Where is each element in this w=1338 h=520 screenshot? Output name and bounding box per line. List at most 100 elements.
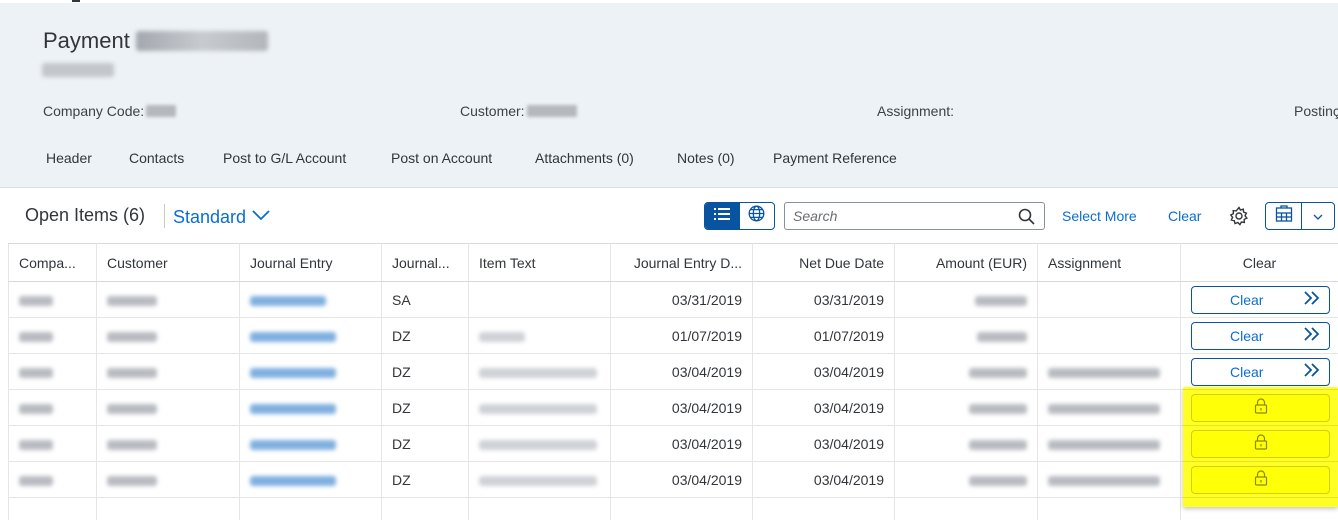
cell-clear: Clear — [1180, 317, 1338, 354]
redacted-customer — [107, 295, 157, 306]
cell-entry-date: 03/31/2019 — [610, 281, 753, 318]
cell-item-text — [468, 317, 611, 354]
redacted-journal-entry-link[interactable] — [250, 439, 336, 450]
posting-attribute: Postinç — [1294, 103, 1338, 119]
column-header-journal-type[interactable]: Journal... — [381, 243, 469, 282]
table-header-row: Compa... Customer Journal Entry Journal.… — [8, 243, 1338, 282]
redacted-customer — [107, 403, 157, 414]
table-row[interactable]: DZ 03/04/2019 03/04/2019 Clear — [8, 353, 1338, 390]
cell-journal-entry[interactable] — [239, 425, 382, 462]
table-row[interactable]: SA 03/31/2019 03/31/2019 Clear — [8, 281, 1338, 318]
tab-attachments[interactable]: Attachments (0) — [535, 150, 634, 166]
search-input[interactable] — [793, 207, 1008, 225]
anchor-bar: Header Contacts Post to G/L Account Post… — [0, 150, 1338, 176]
table-row[interactable]: DZ 03/04/2019 03/04/2019 — [8, 461, 1338, 498]
double-chevron-right-icon — [1303, 327, 1321, 344]
redacted-company — [19, 403, 53, 414]
top-strip — [0, 0, 1338, 3]
tab-contacts[interactable]: Contacts — [129, 150, 184, 166]
cell-journal-entry[interactable] — [239, 353, 382, 390]
cell-journal-entry[interactable] — [239, 389, 382, 426]
tab-post-to-gl-account[interactable]: Post to G/L Account — [223, 150, 346, 166]
column-header-customer[interactable]: Customer — [96, 243, 240, 282]
tab-post-on-account[interactable]: Post on Account — [391, 150, 492, 166]
cell-item-text — [468, 425, 611, 462]
cell-amount — [894, 317, 1038, 354]
cell-net-due-date: 03/04/2019 — [752, 461, 895, 498]
cell-amount — [894, 281, 1038, 318]
variant-selector[interactable]: Standard — [173, 205, 270, 228]
clear-row-button[interactable]: Clear — [1191, 357, 1330, 386]
cell-journal-entry[interactable] — [239, 281, 382, 318]
cell-item-text — [468, 461, 611, 498]
select-more-button[interactable]: Select More — [1062, 208, 1137, 224]
cell-entry-date: 03/04/2019 — [610, 389, 753, 426]
empty-cell — [239, 497, 382, 520]
map-view-button[interactable] — [740, 203, 775, 229]
empty-cell — [610, 497, 753, 520]
redacted-subtitle — [42, 63, 114, 77]
cell-entry-date: 03/04/2019 — [610, 353, 753, 390]
cell-clear: Clear — [1180, 353, 1338, 390]
cell-company — [8, 353, 97, 390]
redacted-assignment — [1048, 475, 1160, 486]
redacted-customer — [107, 367, 157, 378]
company-code-label: Company Code: — [43, 103, 145, 119]
table-row[interactable]: DZ 03/04/2019 03/04/2019 — [8, 425, 1338, 462]
search-field[interactable] — [784, 202, 1045, 230]
cell-net-due-date: 03/31/2019 — [752, 281, 895, 318]
table-row[interactable]: DZ 03/04/2019 03/04/2019 — [8, 389, 1338, 426]
cell-clear — [1180, 425, 1338, 462]
table-row[interactable]: DZ 01/07/2019 01/07/2019 Clear — [8, 317, 1338, 354]
redacted-company-code — [146, 105, 177, 117]
redacted-amount — [969, 403, 1027, 414]
redacted-customer — [107, 475, 157, 486]
variant-label: Standard — [173, 207, 247, 227]
gear-icon[interactable] — [1229, 206, 1249, 231]
redacted-amount — [977, 331, 1027, 342]
column-header-journal-entry[interactable]: Journal Entry — [239, 243, 382, 282]
column-header-item-text[interactable]: Item Text — [468, 243, 611, 282]
cell-net-due-date: 01/07/2019 — [752, 317, 895, 354]
cell-customer — [96, 389, 240, 426]
cell-journal-type: DZ — [381, 353, 469, 390]
export-menu — [1265, 202, 1335, 230]
column-header-company[interactable]: Compa... — [8, 243, 97, 282]
tab-header[interactable]: Header — [46, 150, 92, 166]
cell-assignment — [1037, 389, 1181, 426]
column-header-entry-date[interactable]: Journal Entry D... — [610, 243, 753, 282]
column-header-amount[interactable]: Amount (EUR) — [894, 243, 1038, 282]
redacted-journal-entry-link[interactable] — [250, 475, 336, 486]
cell-journal-entry[interactable] — [239, 461, 382, 498]
empty-cell — [1037, 497, 1181, 520]
cell-assignment — [1037, 317, 1181, 354]
column-header-assignment[interactable]: Assignment — [1037, 243, 1181, 282]
lock-icon — [1254, 434, 1268, 453]
export-button[interactable] — [1266, 203, 1302, 229]
clear-row-button[interactable]: Clear — [1191, 321, 1330, 350]
column-header-net-due-date[interactable]: Net Due Date — [752, 243, 895, 282]
clear-row-button[interactable]: Clear — [1191, 285, 1330, 314]
redacted-journal-entry-link[interactable] — [250, 403, 336, 414]
redacted-item-text — [479, 331, 525, 342]
search-icon[interactable] — [1018, 208, 1035, 230]
list-view-button[interactable] — [705, 203, 740, 229]
tab-payment-reference[interactable]: Payment Reference — [773, 150, 897, 166]
clear-all-button[interactable]: Clear — [1168, 208, 1201, 224]
cell-journal-entry[interactable] — [239, 317, 382, 354]
column-header-clear[interactable]: Clear — [1180, 243, 1338, 282]
redacted-item-text — [479, 439, 597, 450]
cell-assignment — [1037, 425, 1181, 462]
redacted-assignment — [1048, 439, 1160, 450]
tab-notes[interactable]: Notes (0) — [677, 150, 735, 166]
redacted-journal-entry-link[interactable] — [250, 295, 326, 306]
page-title: Payment — [43, 28, 268, 54]
cell-assignment — [1037, 353, 1181, 390]
export-dropdown-button[interactable] — [1302, 203, 1334, 229]
cell-journal-type: DZ — [381, 425, 469, 462]
redacted-assignment — [1048, 367, 1160, 378]
redacted-company — [19, 439, 53, 450]
redacted-journal-entry-link[interactable] — [250, 331, 336, 342]
redacted-journal-entry-link[interactable] — [250, 367, 336, 378]
cell-journal-type: SA — [381, 281, 469, 318]
